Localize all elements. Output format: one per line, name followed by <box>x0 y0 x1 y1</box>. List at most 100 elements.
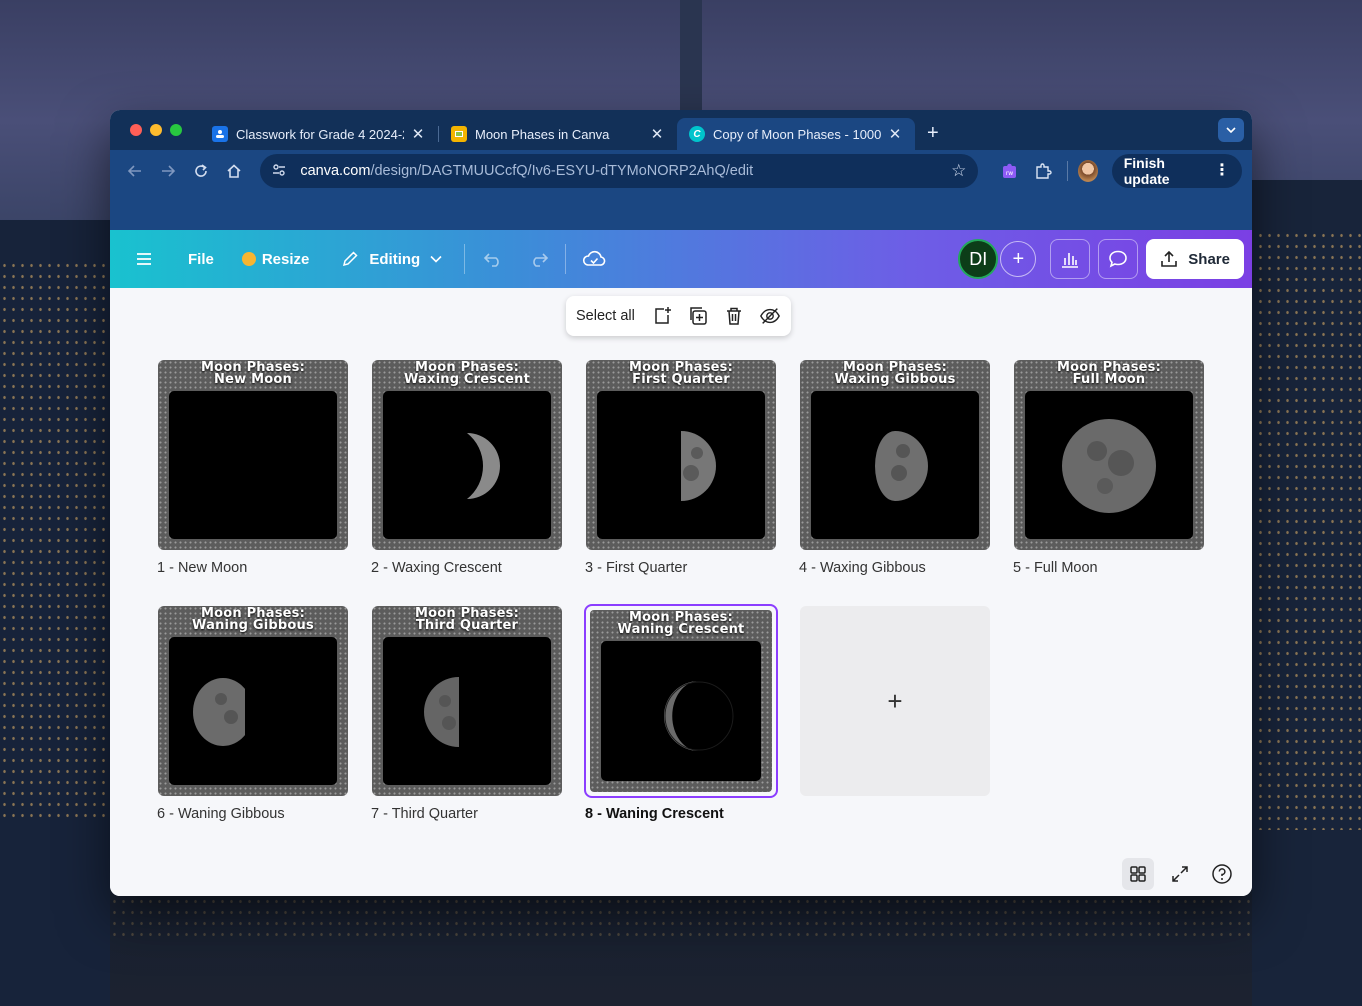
resize-label: Resize <box>261 250 310 268</box>
slide-preview: Moon Phases: Third Quarter <box>372 606 562 796</box>
home-button[interactable] <box>219 155 248 187</box>
new-tab-button[interactable]: + <box>927 122 939 145</box>
resize-button[interactable]: Resize <box>241 250 310 268</box>
main-menu-button[interactable] <box>136 252 152 266</box>
header-divider <box>565 244 567 274</box>
page-thumbnail[interactable]: Moon Phases: Waning Gibbous <box>158 606 348 796</box>
slide-preview: Moon Phases: Waxing Crescent <box>372 360 562 550</box>
file-menu-button[interactable]: File <box>188 251 214 268</box>
classroom-favicon-icon <box>212 126 228 142</box>
add-page-card[interactable]: + <box>800 606 990 796</box>
close-tab-icon[interactable]: ✕ <box>649 125 665 143</box>
add-page-icon[interactable] <box>651 305 673 327</box>
header-divider <box>464 244 466 274</box>
slide-title-line2: Waning Crescent <box>617 622 745 637</box>
close-window-button[interactable] <box>130 124 142 136</box>
profile-avatar[interactable] <box>1077 160 1098 182</box>
moon-waxing-crescent-icon <box>467 433 500 499</box>
insights-button[interactable] <box>1050 239 1091 279</box>
extension-button[interactable]: rw <box>996 156 1023 186</box>
slide-title: Moon Phases: Waxing Crescent <box>372 361 562 386</box>
page-thumbnail[interactable]: Moon Phases: Waxing Gibbous <box>800 360 990 550</box>
share-label: Share <box>1188 250 1230 268</box>
address-bar[interactable]: canva.com/design/DAGTMUUCcfQ/Iv6-ESYU-dT… <box>260 154 979 188</box>
back-button[interactable] <box>120 155 149 187</box>
puzzle-purple-icon: rw <box>1002 163 1016 178</box>
invite-people-button[interactable]: + <box>1000 241 1037 277</box>
hamburger-icon <box>137 253 151 265</box>
page-thumbnail[interactable]: Moon Phases: First Quarter <box>586 360 776 550</box>
moon-waning-crescent-icon <box>664 681 734 751</box>
slide-title: Moon Phases: Waxing Gibbous <box>800 361 990 386</box>
url-path: /design/DAGTMUUCcfQ/Iv6-ESYU-dTYMoNORP2A… <box>370 163 754 179</box>
zoom-window-button[interactable] <box>170 124 182 136</box>
slide-title-line2: First Quarter <box>632 372 730 387</box>
puzzle-icon <box>1036 163 1052 179</box>
fullscreen-button[interactable] <box>1164 858 1196 890</box>
slide-preview: Moon Phases: First Quarter <box>586 360 776 550</box>
duplicate-page-icon[interactable] <box>687 305 709 327</box>
comments-button[interactable] <box>1098 239 1139 279</box>
select-all-button[interactable]: Select all <box>576 308 635 324</box>
browser-window: Classwork for Grade 4 2024-2 ✕ Moon Phas… <box>110 110 1252 896</box>
finish-update-button[interactable]: Finish update ⋮ <box>1111 154 1242 188</box>
page-thumbnail[interactable]: Moon Phases: Waxing Crescent <box>372 360 562 550</box>
page-grid-view: Select all Moon Phases: New Moon 1 - New M… <box>110 288 1252 896</box>
page-label: 8 - Waning Crescent <box>585 806 724 822</box>
chevron-down-icon <box>430 255 442 263</box>
tab-moon-phases[interactable]: Moon Phases in Canva ✕ <box>439 118 677 150</box>
extensions-menu-button[interactable] <box>1030 156 1057 186</box>
share-button[interactable]: Share <box>1146 239 1244 279</box>
page-label: 4 - Waxing Gibbous <box>799 560 926 576</box>
bookmark-star-icon[interactable]: ☆ <box>951 161 966 181</box>
grid-selection-toolbar: Select all <box>566 296 791 336</box>
save-status-button[interactable] <box>574 239 614 279</box>
slide-title-line2: Third Quarter <box>415 618 519 633</box>
slide-title: Moon Phases: Full Moon <box>1014 361 1204 386</box>
minimize-window-button[interactable] <box>150 124 162 136</box>
moon-full-icon <box>1062 419 1156 513</box>
redo-button[interactable] <box>519 239 559 279</box>
upload-icon <box>1161 250 1178 267</box>
bar-chart-icon <box>1062 253 1079 268</box>
forward-button[interactable] <box>153 155 182 187</box>
slide-title: Moon Phases: New Moon <box>158 361 348 386</box>
tab-title: Classwork for Grade 4 2024-2 <box>236 126 404 142</box>
page-thumbnail[interactable]: Moon Phases: Waning Crescent <box>584 604 778 798</box>
user-avatar[interactable]: DI <box>958 239 999 279</box>
toolbar-divider <box>1066 161 1068 181</box>
expand-icon <box>1172 866 1188 882</box>
page-label: 7 - Third Quarter <box>371 806 478 822</box>
hide-page-icon[interactable] <box>759 305 781 327</box>
slide-title: Moon Phases: Third Quarter <box>372 607 562 633</box>
page-thumbnail[interactable]: Moon Phases: Full Moon <box>1014 360 1204 550</box>
home-icon <box>227 164 241 178</box>
tab-copy-moon-phases[interactable]: C Copy of Moon Phases - 1000 ✕ <box>677 118 915 150</box>
window-controls <box>130 124 182 136</box>
trash-icon[interactable] <box>723 305 745 327</box>
file-label: File <box>188 250 214 268</box>
reload-button[interactable] <box>186 155 215 187</box>
page-thumbnail[interactable]: Moon Phases: New Moon <box>158 360 348 550</box>
site-settings-icon[interactable] <box>272 163 288 180</box>
editing-mode-button[interactable]: Editing <box>341 250 442 268</box>
moon-waning-gibbous-icon <box>193 678 279 746</box>
help-button[interactable] <box>1206 858 1238 890</box>
canva-favicon-icon: C <box>689 126 705 142</box>
more-vertical-icon: ⋮ <box>1214 162 1230 179</box>
page-thumbnail[interactable]: Moon Phases: Third Quarter <box>372 606 562 796</box>
grid-view-button[interactable] <box>1122 858 1154 890</box>
tab-classwork[interactable]: Classwork for Grade 4 2024-2 ✕ <box>200 118 438 150</box>
close-tab-icon[interactable]: ✕ <box>410 125 426 143</box>
undo-button[interactable] <box>473 239 513 279</box>
grid-icon <box>1130 866 1146 882</box>
undo-icon <box>484 253 499 267</box>
svg-text:rw: rw <box>1006 170 1013 177</box>
pencil-icon <box>343 251 358 267</box>
close-tab-icon[interactable]: ✕ <box>887 125 903 143</box>
tab-search-button[interactable] <box>1218 118 1244 142</box>
browser-toolbar: canva.com/design/DAGTMUUCcfQ/Iv6-ESYU-dT… <box>110 150 1252 192</box>
editing-label: Editing <box>369 250 421 268</box>
tab-title: Copy of Moon Phases - 1000 <box>713 126 881 142</box>
slide-title-line2: Waning Gibbous <box>192 618 314 633</box>
